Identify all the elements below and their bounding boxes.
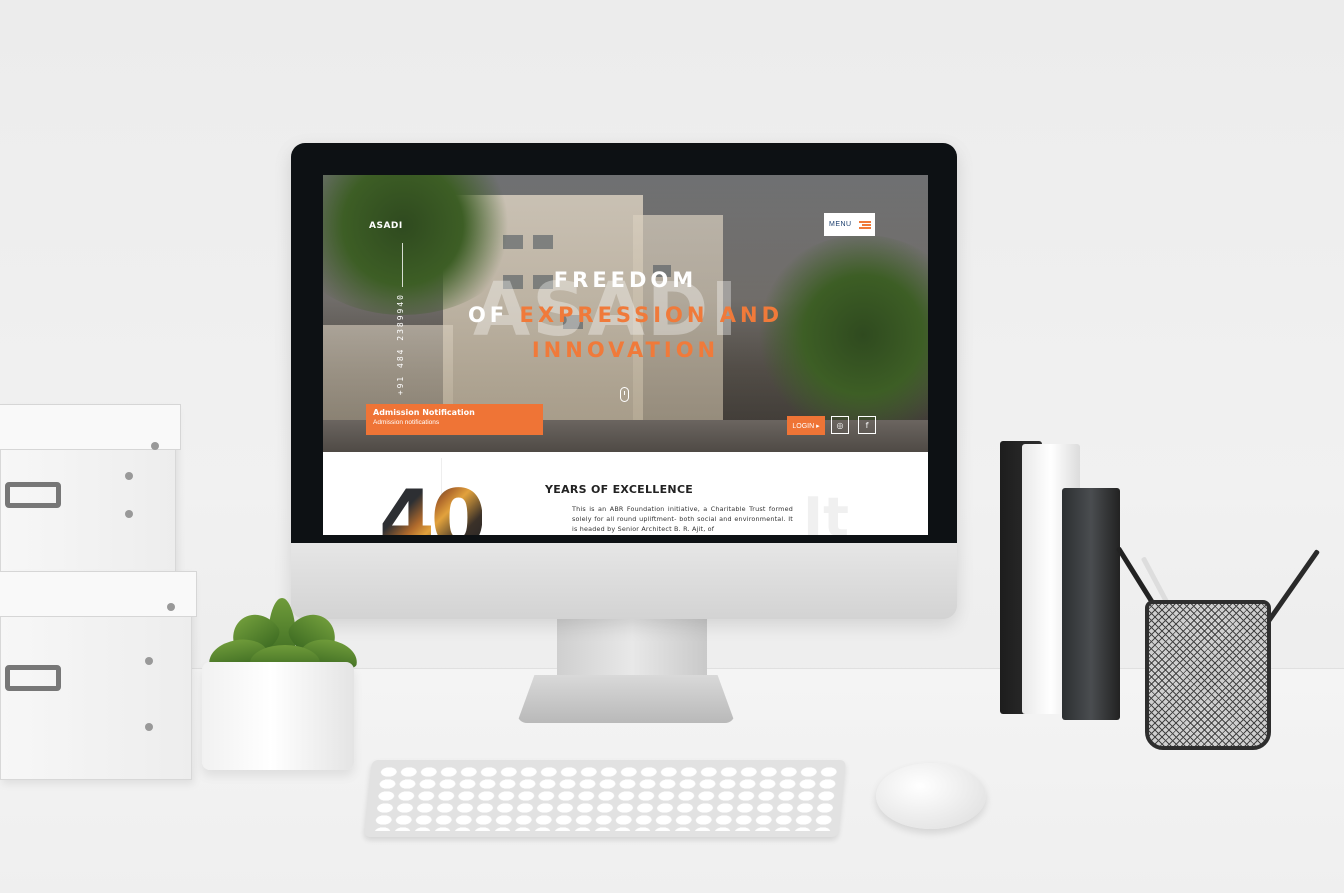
box-handle — [5, 482, 61, 508]
monitor-neck — [557, 619, 707, 681]
book-dark — [1062, 488, 1120, 720]
hamburger-icon — [859, 221, 871, 229]
site-logo[interactable]: ASADI — [369, 221, 403, 231]
building-window — [533, 235, 553, 249]
keyboard-keys — [372, 766, 838, 831]
instagram-icon[interactable]: ◎ — [831, 416, 849, 434]
computer-mouse — [876, 763, 986, 829]
box-handle — [5, 665, 61, 691]
ghost-text: It — [803, 486, 849, 535]
hero-section: ASADI ASADI +91 484 2389940 MENU FREEDOM… — [323, 175, 928, 452]
box-rivet — [145, 723, 153, 731]
plant-pot — [202, 662, 354, 770]
box-rivet — [151, 442, 159, 450]
storage-box-top — [0, 404, 181, 575]
pencil-cup — [1145, 600, 1271, 750]
excellence-section: 40 It YEARS OF EXCELLENCE This is an ABR… — [323, 452, 928, 535]
headline-line-3: INNOVATION — [323, 340, 928, 361]
headline-line-2-white: OF — [467, 303, 509, 327]
monitor-chin — [291, 543, 957, 619]
menu-label: MENU — [829, 221, 852, 228]
menu-button[interactable]: MENU — [824, 213, 875, 236]
big-number: 40 — [379, 480, 486, 536]
scroll-down-icon[interactable] — [620, 387, 629, 402]
headline-line-2-orange: EXPRESSION AND — [519, 303, 784, 327]
box-rivet — [167, 603, 175, 611]
monitor-foot — [517, 675, 735, 723]
login-button[interactable]: LOGIN ▸ — [787, 416, 825, 435]
section-paragraph: This is an ABR Foundation initiative, a … — [572, 505, 793, 533]
palm-tree — [753, 235, 928, 435]
admission-notification-banner[interactable]: Admission Notification Admission notific… — [366, 404, 543, 435]
notification-subtitle: Admission notifications — [373, 419, 440, 426]
storage-box-bottom — [0, 571, 197, 780]
box-rivet — [145, 657, 153, 665]
website-screen: ASADI ASADI +91 484 2389940 MENU FREEDOM… — [323, 175, 928, 535]
headline-line-1: FREEDOM — [553, 268, 698, 292]
facebook-icon[interactable]: f — [858, 416, 876, 434]
keyboard — [363, 760, 847, 837]
headline-line-3-text: INNOVATION — [531, 338, 720, 362]
section-heading: YEARS OF EXCELLENCE — [545, 483, 694, 496]
box-rivet — [125, 510, 133, 518]
notification-title: Admission Notification — [373, 408, 475, 417]
box-lid — [0, 571, 197, 617]
headline-line-2: OF EXPRESSION AND — [323, 305, 928, 326]
box-rivet — [125, 472, 133, 480]
